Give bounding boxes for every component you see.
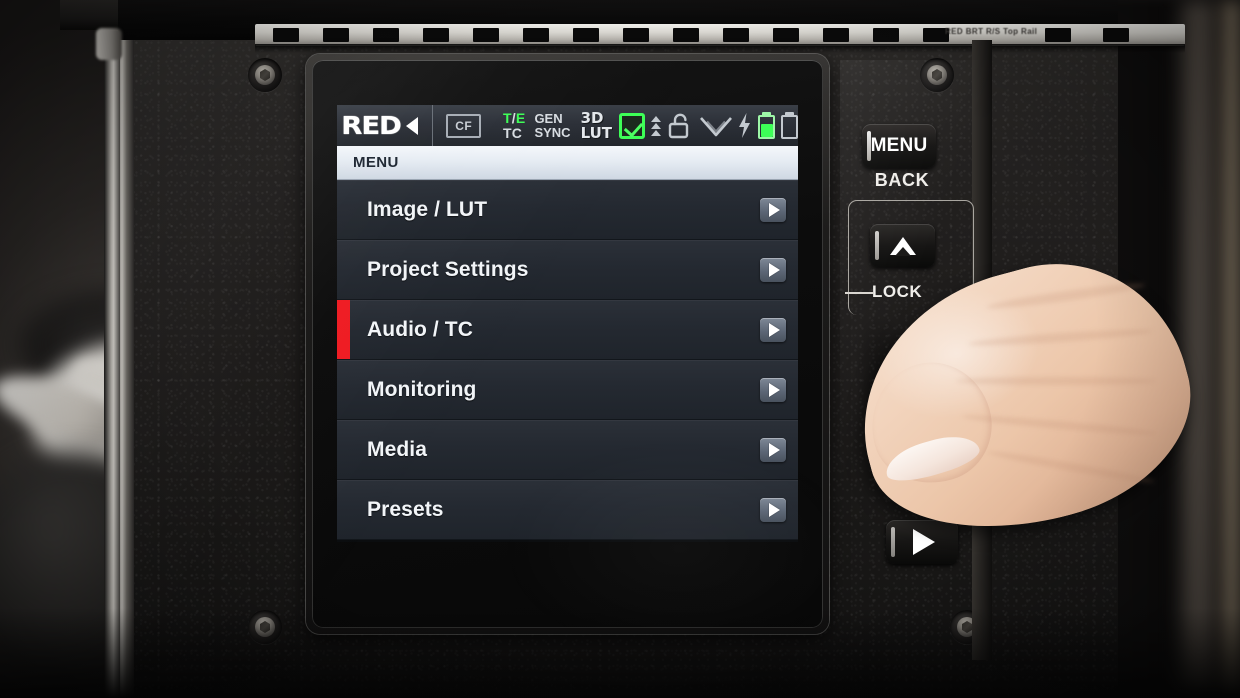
- body-screw-top-left: [248, 58, 282, 92]
- battery-icon-a: [758, 112, 775, 139]
- selection-indicator: [337, 300, 350, 359]
- up-button[interactable]: [870, 224, 935, 267]
- menu-item-label: Image / LUT: [367, 197, 488, 221]
- cf-card-indicator: CF: [446, 113, 482, 138]
- lightning-bolt-icon: [739, 113, 750, 138]
- timecode-indicator: T/E TC: [503, 111, 525, 140]
- red-logo-text: RED: [341, 111, 402, 140]
- genlock-sync-label: SYNC: [534, 124, 571, 140]
- battery-icon-b: [781, 112, 798, 139]
- menu-item-project-settings[interactable]: Project Settings: [337, 240, 798, 300]
- menu-item-media[interactable]: Media: [337, 420, 798, 480]
- menu-item-label: Project Settings: [367, 257, 529, 281]
- camera-top-knob: [96, 28, 122, 60]
- menu-item-label: Audio / TC: [367, 317, 473, 341]
- status-icon-group: T/E TC GEN SYNC 3D LUT: [503, 111, 798, 140]
- timecode-te-label: T/E: [503, 110, 526, 127]
- lock-bracket-tick: [845, 292, 873, 294]
- menu-item-label: Presets: [367, 497, 444, 521]
- body-screw-top-right: [920, 58, 954, 92]
- lock-label: LOCK: [872, 282, 923, 301]
- arrow-right-icon[interactable]: [760, 317, 786, 342]
- menu-button-label: MENU: [870, 135, 928, 156]
- green-checkbox-icon: [619, 112, 645, 139]
- rail-shadow: [255, 44, 1185, 53]
- camera-body-left-edge: [118, 26, 134, 698]
- screen-title-label: MENU: [353, 154, 399, 171]
- chevron-up-stack-icon: [651, 115, 661, 136]
- menu-item-label: Monitoring: [367, 377, 477, 401]
- back-label: BACK: [874, 170, 930, 190]
- genlock-indicator: GEN SYNC: [534, 112, 570, 139]
- red-logo: RED: [337, 105, 434, 146]
- genlock-gen-label: GEN: [534, 111, 563, 127]
- cf-card-label: CF: [455, 118, 473, 133]
- background-right-warm-edge: [1218, 0, 1240, 698]
- lut-indicator: 3D LUT: [580, 111, 612, 142]
- menu-item-monitoring[interactable]: Monitoring: [337, 360, 798, 420]
- lcd-screen[interactable]: RED CF T/E TC GEN SYNC 3D LUT MENU Image…: [337, 105, 798, 542]
- rail-engraving: RED BRT R/S Top Rail: [945, 27, 1038, 36]
- top-accessory-rail: RED BRT R/S Top Rail: [255, 24, 1185, 46]
- wifi-icon: [700, 117, 732, 137]
- timecode-tc-label: TC: [503, 124, 523, 141]
- screen-title-bar: MENU: [337, 146, 798, 180]
- arrow-right-icon[interactable]: [760, 257, 786, 282]
- bottom-shadow: [0, 608, 1240, 698]
- arrow-right-icon[interactable]: [760, 197, 786, 222]
- arrow-right-icon[interactable]: [760, 437, 786, 462]
- menu-button[interactable]: MENU: [862, 124, 936, 168]
- camera-left-metal-edge: [104, 0, 120, 698]
- menu-item-presets[interactable]: Presets: [337, 480, 798, 540]
- arrow-right-icon[interactable]: [760, 497, 786, 522]
- play-icon: [913, 529, 935, 555]
- lut-lut-label: LUT: [580, 123, 612, 142]
- play-button[interactable]: [886, 520, 958, 564]
- chevron-left-icon: [406, 116, 419, 135]
- camera-right-ridge: [972, 40, 992, 660]
- unlocked-padlock-icon: [668, 113, 689, 139]
- screen-empty-area: [337, 540, 798, 542]
- status-bar: RED CF T/E TC GEN SYNC 3D LUT: [337, 105, 798, 146]
- arrow-right-icon[interactable]: [760, 377, 786, 402]
- menu-item-audio-tc[interactable]: Audio / TC: [337, 300, 798, 360]
- menu-list: Image / LUT Project Settings Audio / TC …: [337, 180, 798, 540]
- menu-item-image-lut[interactable]: Image / LUT: [337, 180, 798, 240]
- arrow-up-icon: [889, 236, 916, 256]
- menu-item-label: Media: [367, 437, 428, 461]
- photo-scene: RED BRT R/S Top Rail RED CF T/E TC GEN S…: [0, 0, 1240, 698]
